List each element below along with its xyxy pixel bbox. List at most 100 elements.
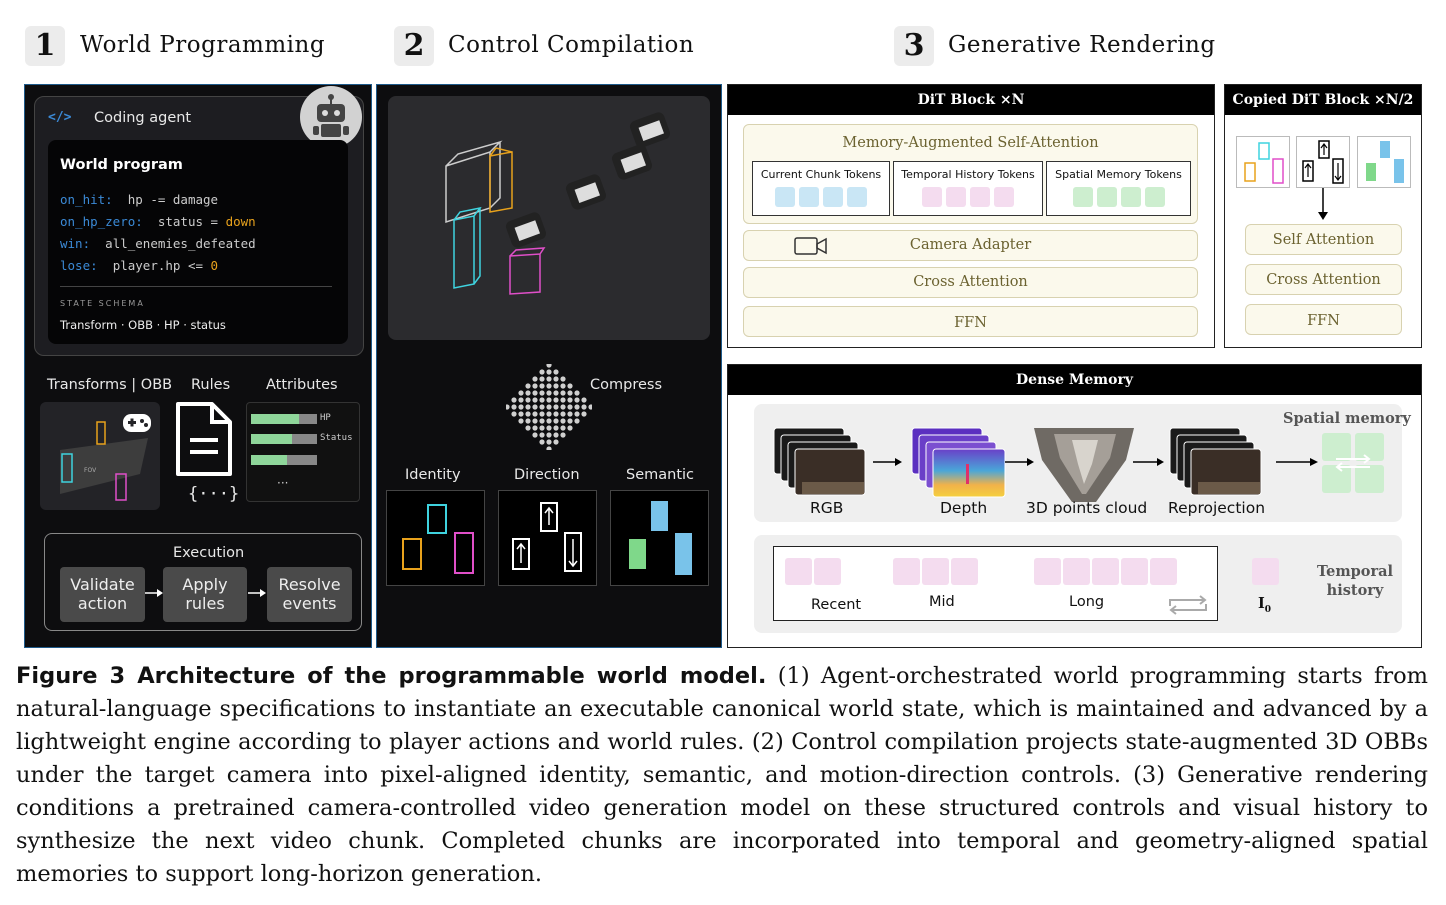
section-number-2: 2 (394, 26, 434, 66)
gamepad-icon (123, 414, 151, 432)
ffn-block: FFN (743, 306, 1198, 337)
current-chunk-tokens: Current Chunk Tokens (752, 161, 890, 216)
recent-tokens (784, 558, 842, 589)
token-label: Spatial Memory Tokens (1055, 168, 1182, 181)
arrow-right-icon (1276, 458, 1318, 466)
code-key: lose: (60, 258, 98, 273)
spatial-memory-grid (1322, 433, 1384, 493)
attribute-bar (251, 455, 317, 465)
attr-hp-label: HP (320, 413, 331, 423)
mid-tokens (892, 558, 979, 589)
code-key: win: (60, 236, 91, 251)
state-schema-label: STATE SCHEMA (60, 299, 145, 308)
semantic-label: Semantic (626, 467, 695, 483)
code-line: win: all_enemies_defeated (60, 233, 256, 255)
robot-avatar-icon (300, 86, 362, 148)
copied-dit-title: Copied DiT Block ×N/2 (1225, 85, 1421, 115)
cycle-icon (1169, 595, 1207, 615)
point-cloud-image (1034, 424, 1134, 504)
rules-braces: {···} (188, 484, 240, 504)
copied-ffn-label: FFN (1307, 313, 1340, 329)
section-number-1: 1 (25, 26, 65, 66)
attributes-label: Attributes (266, 377, 338, 393)
cross-attention-label: Cross Attention (913, 274, 1028, 290)
ffn-label: FFN (954, 315, 987, 331)
mid-label: Mid (929, 594, 955, 610)
rgb-label: RGB (810, 499, 844, 517)
temporal-history-label: Temporal history (1316, 563, 1394, 599)
reprojection-label: Reprojection (1168, 499, 1266, 517)
section-title-world-programming: World Programming (80, 32, 326, 58)
rules-document-icon (172, 400, 236, 480)
i0-token (1252, 558, 1279, 585)
code-value: hp -= damage (127, 192, 219, 207)
identity-label: Identity (405, 467, 461, 483)
arrow-right-icon (873, 458, 902, 466)
rgb-frames (772, 424, 872, 504)
dense-memory-title: Dense Memory (728, 365, 1421, 395)
section-title-generative-rendering: Generative Rendering (948, 32, 1216, 58)
transforms-scene-thumbnail: FOV (40, 402, 160, 510)
code-key: on_hp_zero: (60, 214, 143, 229)
camera-icon (794, 237, 827, 255)
arrow-right-icon (248, 589, 266, 597)
code-accent: down (225, 214, 256, 229)
point-cloud-label: 3D points cloud (1026, 499, 1148, 517)
divider (60, 286, 332, 287)
code-value: status = (157, 214, 226, 229)
section-number-3: 3 (894, 26, 934, 66)
code-line: lose: player.hp <= 0 (60, 255, 256, 277)
caption-text: (1) Agent-orchestrated world programming… (16, 663, 1428, 887)
rules-label: Rules (191, 377, 231, 393)
token-label: Temporal History Tokens (901, 168, 1035, 181)
attribute-bar-hp (251, 414, 317, 424)
arrow-right-icon (145, 589, 163, 597)
attr-status-label: Status (320, 433, 353, 443)
code-line: on_hp_zero: status = down (60, 211, 256, 233)
code-value: player.hp <= (112, 258, 211, 273)
identity-map (386, 490, 485, 586)
coding-agent-label: Coding agent (94, 110, 192, 126)
apply-rules-step: Apply rules (163, 567, 247, 622)
camera-frustums (505, 112, 671, 248)
resolve-events-step: Resolve events (267, 567, 352, 622)
figure-caption: Figure 3 Architecture of the programmabl… (16, 660, 1428, 891)
i0-label: I0 (1258, 595, 1271, 615)
i0-text: I (1258, 595, 1265, 612)
copied-cross-attention-block: Cross Attention (1245, 264, 1402, 295)
arrow-down-icon (1318, 188, 1328, 220)
temporal-history-tokens: Temporal History Tokens (893, 161, 1043, 216)
world-program-title: World program (60, 157, 183, 173)
long-label: Long (1069, 594, 1105, 610)
copied-semantic-map (1357, 136, 1411, 188)
3d-obb-scene (388, 96, 710, 340)
compress-dots-icon (506, 364, 592, 450)
copied-direction-map (1296, 136, 1350, 188)
direction-map (498, 490, 597, 586)
code-tag-icon: </> (48, 110, 72, 125)
depth-label: Depth (940, 499, 988, 517)
copied-identity-map (1236, 136, 1290, 188)
code-block: on_hit: hp -= damage on_hp_zero: status … (60, 189, 256, 277)
fov-label: FOV (84, 467, 97, 474)
spatial-memory-label: Spatial memory (1283, 410, 1411, 427)
state-schema-value: Transform · OBB · HP · status (60, 318, 226, 332)
copied-ffn-block: FFN (1245, 304, 1402, 335)
code-key: on_hit: (60, 192, 113, 207)
validate-action-step: Validate action (60, 567, 145, 622)
transforms-obb-label: Transforms | OBB (47, 377, 173, 393)
dit-block-title: DiT Block ×N (728, 85, 1214, 115)
long-tokens (1033, 558, 1178, 589)
self-attention-block: Self Attention (1245, 224, 1402, 255)
arrow-right-icon (1133, 458, 1164, 466)
spatial-memory-tokens: Spatial Memory Tokens (1046, 161, 1191, 216)
token-label: Current Chunk Tokens (760, 168, 882, 181)
attribute-bar-status (251, 434, 317, 444)
compress-label: Compress (590, 377, 662, 393)
camera-adapter-label: Camera Adapter (909, 237, 1032, 253)
section-title-control-compilation: Control Compilation (448, 32, 695, 58)
code-line: on_hit: hp -= damage (60, 189, 256, 211)
caption-label: Figure 3 Architecture of the programmabl… (16, 663, 767, 689)
direction-label: Direction (514, 467, 580, 483)
reprojection-frames (1168, 424, 1268, 504)
